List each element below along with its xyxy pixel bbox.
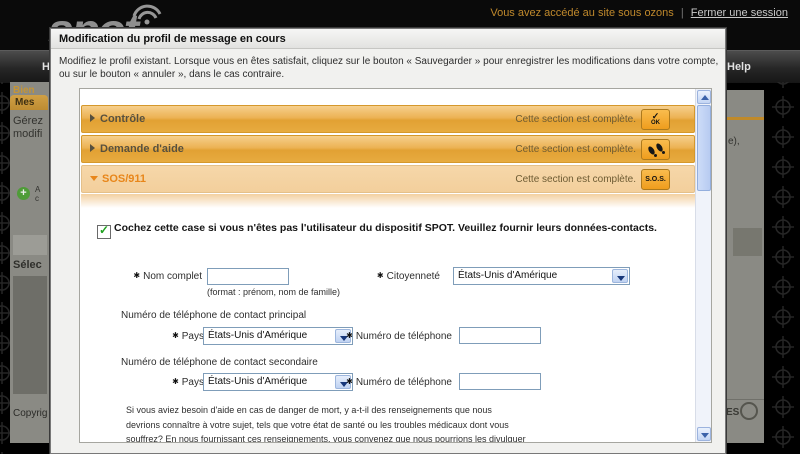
section-status: Cette section est complète. — [515, 174, 636, 185]
background-box — [733, 228, 762, 256]
citizenship-label: ✱ Citoyenneté — [376, 271, 440, 282]
background-divider — [726, 399, 764, 400]
background-text-fragment: A — [35, 185, 41, 194]
nav-item-home-fragment[interactable]: H — [42, 61, 50, 73]
phone-input-primary[interactable] — [459, 327, 541, 344]
background-box — [13, 235, 47, 255]
chevron-down-icon — [90, 176, 98, 181]
session-message: Vous avez accédé au site sous ozons — [490, 7, 674, 19]
arrow-down-icon — [701, 433, 709, 438]
checkbox-check-icon: ✓ — [99, 223, 110, 237]
section-label: SOS/911 — [102, 173, 147, 185]
required-marker: ✱ — [346, 331, 353, 340]
background-text-fragment: Gérez — [13, 115, 43, 127]
panel-scrollbar[interactable] — [695, 89, 711, 442]
section-status: Cette section est complète. — [515, 144, 636, 155]
section-label: Demande d'aide — [100, 143, 184, 155]
crosshair-pattern-right — [764, 82, 800, 454]
background-text-fragment: c — [35, 194, 39, 203]
not-user-checkbox[interactable]: ✓ — [97, 223, 111, 239]
section-bar-sos911[interactable]: SOS/911 Cette section est complète. S.O.… — [81, 165, 695, 193]
secondary-phone-heading: Numéro de téléphone de contact secondair… — [121, 357, 318, 368]
chevron-right-icon — [90, 144, 95, 152]
background-menu-button-fragment: Mes — [10, 95, 48, 110]
ok-badge-label: OK — [651, 120, 660, 126]
scrollbar-thumb[interactable] — [697, 105, 711, 191]
ok-badge-button[interactable]: ✓ OK — [641, 109, 670, 130]
check-icon: ✓ — [651, 111, 660, 121]
not-user-checkbox-label: Cochez cette case si vous n'êtes pas l'u… — [114, 222, 657, 234]
primary-phone-heading: Numéro de téléphone de contact principal — [121, 310, 307, 321]
section-fade — [81, 194, 695, 208]
medical-disclaimer-text: Si vous aviez besoin d'aide en cas de da… — [126, 405, 526, 443]
country-label-secondary: ✱ Pays — [172, 377, 204, 388]
full-name-label: ✱ Nom complet — [133, 271, 202, 282]
background-orange-rule — [726, 117, 764, 120]
sos-badge-label: S.O.S. — [645, 176, 666, 183]
dialog-title: Modification du profil de message en cou… — [51, 29, 725, 49]
citizenship-select[interactable]: États-Unis d'Amérique — [453, 267, 630, 285]
scroll-up-button[interactable] — [697, 90, 711, 104]
phone-input-secondary[interactable] — [459, 373, 541, 390]
background-footer-fragment: ES — [726, 407, 740, 418]
arrow-up-icon — [701, 95, 709, 100]
required-marker: ✱ — [376, 271, 384, 280]
dialog-intro-text: Modifiez le profil existant. Lorsque vou… — [59, 56, 719, 80]
footprints-badge-button[interactable] — [641, 139, 670, 160]
background-page-right: e), ES — [726, 90, 764, 443]
phone-label-secondary: ✱ Numéro de téléphone — [346, 377, 452, 388]
required-marker: ✱ — [172, 331, 179, 340]
country-selected-value: États-Unis d'Amérique — [208, 376, 308, 387]
session-separator: | — [680, 7, 684, 19]
section-bar-controle[interactable]: Contrôle Cette section est complète. ✓ O… — [81, 105, 695, 133]
background-panel — [13, 276, 47, 394]
edit-message-profile-dialog: Modification du profil de message en cou… — [50, 28, 726, 454]
background-page-left: Bien Mes Gérez modifi + A c Sélec Copyri… — [10, 82, 50, 443]
full-name-format-hint: (format : prénom, nom de famille) — [207, 287, 341, 297]
nav-item-help[interactable]: Help — [727, 61, 751, 73]
dialog-scroll-panel: Contrôle Cette section est complète. ✓ O… — [79, 88, 712, 443]
section-label: Contrôle — [100, 113, 146, 125]
background-text-fragment: e), — [728, 136, 740, 147]
section-bar-demande-aide[interactable]: Demande d'aide Cette section est complèt… — [81, 135, 695, 163]
country-label-primary: ✱ Pays — [172, 331, 204, 342]
full-name-input[interactable] — [207, 268, 289, 285]
logout-link[interactable]: Fermer une session — [691, 7, 788, 19]
background-copyright-fragment: Copyrig — [13, 408, 48, 419]
background-footer-logo — [740, 402, 758, 420]
background-text-fragment: modifi — [13, 128, 43, 140]
scroll-down-button[interactable] — [697, 427, 711, 441]
section-status: Cette section est complète. — [515, 114, 636, 125]
sos-badge-button[interactable]: S.O.S. — [641, 169, 670, 190]
required-marker: ✱ — [172, 377, 179, 386]
citizenship-selected-value: États-Unis d'Amérique — [458, 270, 558, 281]
country-selected-value: États-Unis d'Amérique — [208, 330, 308, 341]
required-marker: ✱ — [346, 377, 353, 386]
phone-label-primary: ✱ Numéro de téléphone — [346, 331, 452, 342]
chevron-right-icon — [90, 114, 95, 122]
page: spot Vous avez accédé au site sous ozons… — [0, 0, 800, 454]
required-marker: ✱ — [133, 271, 141, 280]
background-select-fragment: Sélec — [13, 259, 42, 271]
add-icon: + — [17, 187, 30, 200]
dropdown-arrow-icon[interactable] — [612, 269, 628, 283]
